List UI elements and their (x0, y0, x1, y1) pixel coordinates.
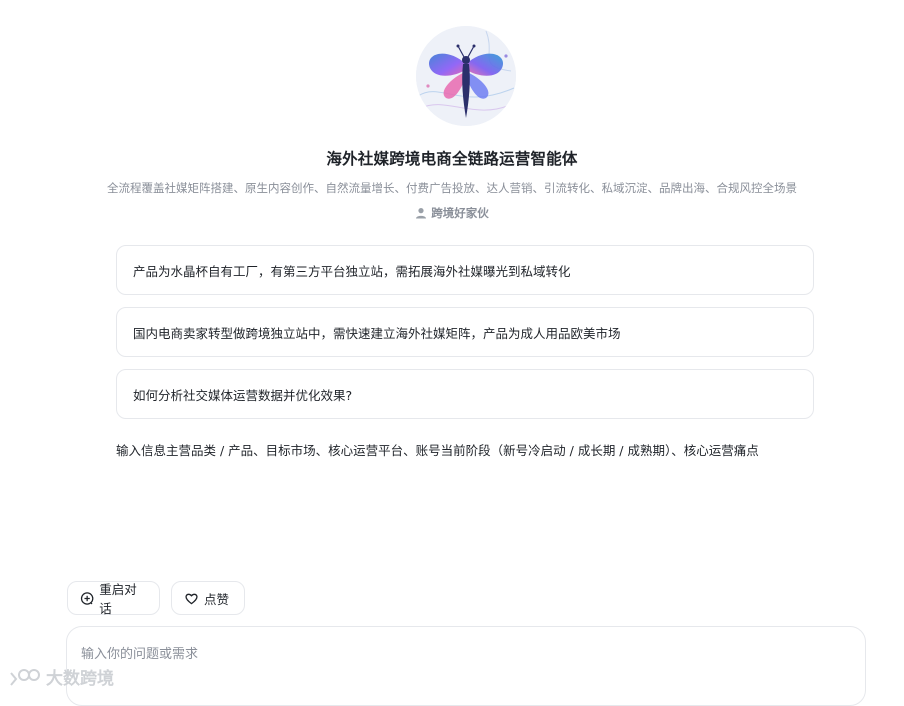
like-button[interactable]: 点赞 (171, 581, 245, 615)
agent-avatar (416, 26, 516, 126)
watermark-text: 大数跨境 (46, 669, 114, 689)
dragonfly-icon (416, 26, 516, 126)
suggestion-card[interactable]: 如何分析社交媒体运营数据并优化效果? (116, 369, 814, 419)
heart-icon (185, 593, 198, 604)
restart-label: 重启对话 (99, 582, 137, 616)
suggestion-text: 如何分析社交媒体运营数据并优化效果? (133, 387, 353, 403)
suggestion-text: 产品为水晶杯自有工厂，有第三方平台独立站，需拓展海外社媒曝光到私域转化 (133, 263, 571, 279)
watermark-logo-icon (10, 668, 40, 686)
chat-input-box[interactable] (66, 626, 866, 706)
watermark: 大数跨境 (8, 664, 114, 689)
like-label: 点赞 (204, 591, 230, 607)
plus-circle-icon (80, 591, 94, 605)
restart-conversation-button[interactable]: 重启对话 (67, 581, 160, 616)
agent-subtitle: 全流程覆盖社媒矩阵搭建、原生内容创作、自然流量增长、付费广告投放、达人营销、引流… (107, 181, 797, 195)
chat-input[interactable] (79, 641, 843, 685)
suggestion-text: 国内电商卖家转型做跨境独立站中，需快速建立海外社媒矩阵，产品为成人用品欧美市场 (133, 325, 621, 341)
input-hint: 输入信息主营品类 / 产品、目标市场、核心运营平台、账号当前阶段（新号冷启动 /… (116, 443, 759, 458)
agent-author[interactable]: 跨境好家伙 (0, 205, 904, 221)
suggestion-card[interactable]: 产品为水晶杯自有工厂，有第三方平台独立站，需拓展海外社媒曝光到私域转化 (116, 245, 814, 295)
agent-title: 海外社媒跨境电商全链路运营智能体 (326, 150, 578, 168)
suggestion-card[interactable]: 国内电商卖家转型做跨境独立站中，需快速建立海外社媒矩阵，产品为成人用品欧美市场 (116, 307, 814, 357)
author-name: 跨境好家伙 (431, 206, 489, 220)
user-icon (416, 208, 427, 219)
